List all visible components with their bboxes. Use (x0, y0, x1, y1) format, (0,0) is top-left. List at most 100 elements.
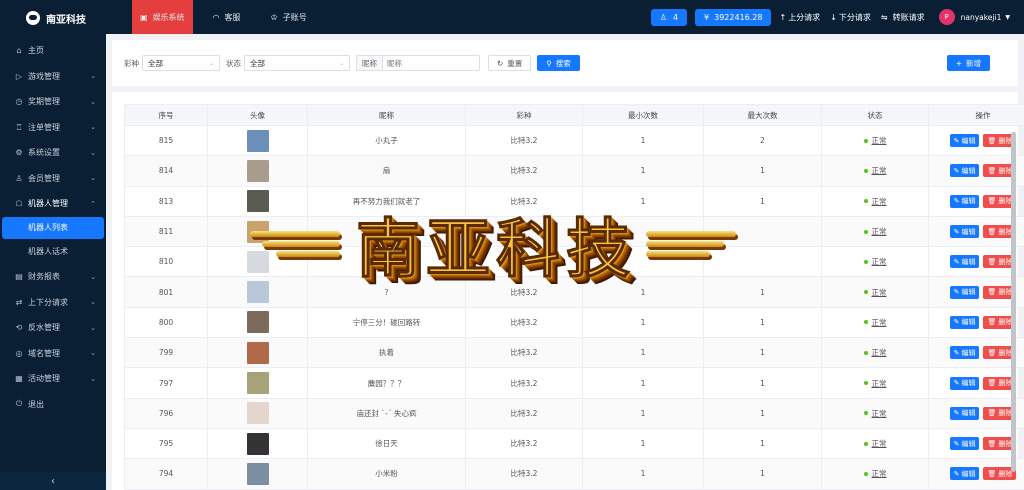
sidebar-subitem-robot-list[interactable]: 机器人列表 (2, 216, 104, 239)
sidebar-item-finance[interactable]: ▤ 财务报表 ⌄ (0, 264, 106, 290)
arrow-up-icon: ↑ (779, 12, 787, 22)
edit-button[interactable]: ✎ 编辑 (949, 346, 980, 360)
status-toggle[interactable]: 正常 (863, 287, 887, 298)
cell-id: 797 (124, 367, 208, 399)
status-toggle[interactable]: 正常 (863, 226, 887, 237)
edit-button[interactable]: ✎ 编辑 (949, 164, 980, 178)
brand[interactable]: 南亚科技 (0, 0, 106, 36)
tab-label: 娱乐系统 (152, 12, 185, 22)
status-toggle[interactable]: 正常 (863, 256, 887, 267)
lottery-select[interactable]: 全部 ⌄ (142, 55, 220, 71)
cell-min (582, 246, 704, 278)
sidebar-item-label: 退出 (28, 399, 44, 409)
down-request-link[interactable]: 下分请求 (839, 12, 871, 23)
sidebar-item-home[interactable]: ⌂ 主页 (0, 38, 106, 64)
sidebar-subitem-robot-scripts[interactable]: 机器人话术 (0, 239, 106, 265)
cell-min: 1 (582, 276, 704, 308)
status-select[interactable]: 全部 ⌄ (244, 55, 350, 71)
sidebar-collapse-button[interactable]: ‹ (0, 472, 106, 490)
caret-down-icon[interactable]: ▼ (1005, 14, 1010, 21)
col-min: 最小次数 (582, 104, 704, 126)
table-row: 815 小丸子 比特3.2 1 2 正常 ✎ 编辑 🗑 删除 (124, 124, 1024, 157)
edit-button[interactable]: ✎ 编辑 (949, 225, 980, 239)
report-icon: ▤ (15, 272, 23, 282)
sidebar-item-transfer[interactable]: ⇄ 上下分请求 ⌄ (0, 290, 106, 316)
status-toggle[interactable]: 正常 (863, 135, 887, 146)
filter-bar: 彩种 全部 ⌄ 状态 全部 ⌄ 昵称 ↻重置 ⚲搜索 + 新增 (112, 40, 1018, 86)
table-row: 794 小米粉 比特3.2 1 1 正常 ✎ 编辑 🗑 删除 (124, 458, 1024, 490)
edit-button[interactable]: ✎ 编辑 (949, 406, 980, 420)
search-button[interactable]: ⚲ 搜索 (537, 55, 580, 71)
cell-id: 813 (124, 185, 208, 217)
cell-id: 811 (124, 215, 208, 248)
avatar-thumbnail (246, 462, 269, 485)
sidebar-item-domains[interactable]: ◎ 域名管理 ⌄ (0, 341, 106, 367)
table-row: 813 再不努力我们就老了 比特3.2 1 1 正常 ✎ 编辑 🗑 删除 (124, 185, 1024, 217)
status-toggle[interactable]: 正常 (863, 347, 887, 358)
cell-id: 810 (124, 246, 208, 278)
sidebar: 南亚科技 ⌂ 主页 ▷ 游戏管理 ⌄ ◷ 奖期管理 ⌄ ♖ 注单管理 ⌄ ⚙ 系统设置 ⌄ ♙ 会员… (0, 0, 106, 490)
status-toggle[interactable]: 正常 (863, 196, 887, 207)
chevron-down-icon: ⌄ (90, 323, 96, 332)
sidebar-item-settings[interactable]: ⚙ 系统设置 ⌄ (0, 140, 106, 166)
edit-label: 编辑 (961, 288, 976, 297)
sidebar-item-label: 游戏管理 (28, 71, 60, 81)
sidebar-item-logout[interactable]: ⏻ 退出 (0, 392, 106, 418)
status-toggle[interactable]: 正常 (863, 378, 887, 389)
tab-sub-accounts[interactable]: ♔ 子账号 (261, 0, 317, 34)
edit-button[interactable]: ✎ 编辑 (949, 255, 980, 269)
user-icon: ♙ (659, 12, 667, 22)
avatar-thumbnail (246, 372, 269, 395)
edit-button[interactable]: ✎ 编辑 (949, 285, 980, 299)
sidebar-item-rebate[interactable]: ⟲ 反水管理 ⌄ (0, 315, 106, 341)
avatar[interactable]: P (938, 9, 955, 25)
sidebar-item-label: 机器人管理 (28, 199, 68, 209)
sidebar-item-robots[interactable]: ☖ 机器人管理 ⌃ (0, 191, 106, 217)
table-row: 801? 比特3.2 1 1 正常 ✎ 编辑 🗑 删除 (124, 276, 1024, 308)
cell-max: 2 (703, 124, 822, 157)
sidebar-item-bets[interactable]: ♖ 注单管理 ⌄ (0, 115, 106, 141)
nickname-input[interactable] (383, 58, 473, 68)
chevron-down-icon: ⌄ (208, 59, 214, 67)
cell-avatar (207, 155, 308, 187)
status-toggle[interactable]: 正常 (863, 165, 887, 176)
logout-icon: ⏻ (15, 399, 23, 409)
col-actions: 操作 (928, 104, 1024, 126)
chevron-down-icon: ⌄ (90, 349, 96, 358)
username[interactable]: nanyakeji1 (961, 13, 1002, 22)
sidebar-item-games[interactable]: ▷ 游戏管理 ⌄ (0, 64, 106, 90)
sidebar-item-members[interactable]: ♙ 会员管理 ⌄ (0, 166, 106, 192)
status-text: 正常 (871, 469, 887, 479)
sidebar-item-label: 上下分请求 (28, 297, 68, 307)
balance-button[interactable]: ¥3922416.28 (695, 8, 772, 26)
status-dot-icon (863, 168, 868, 173)
transfer-request-link[interactable]: 转账请求 (893, 12, 925, 23)
edit-button[interactable]: ✎ 编辑 (949, 376, 980, 390)
scrollbar[interactable] (1011, 132, 1016, 472)
status-toggle[interactable]: 正常 (863, 438, 887, 449)
status-toggle[interactable]: 正常 (863, 408, 887, 419)
plus-icon: + (955, 58, 962, 68)
edit-button[interactable]: ✎ 编辑 (949, 467, 980, 481)
reset-label: 重置 (507, 58, 523, 68)
edit-label: 编辑 (961, 469, 976, 478)
tab-customer-service[interactable]: ◠ 客服 (203, 0, 251, 34)
cell-nickname: 小米粉 (307, 458, 466, 490)
up-request-link[interactable]: 上分请求 (788, 12, 820, 23)
cell-nickname: 麋园？？？ (307, 367, 466, 399)
reset-button[interactable]: ↻ 重置 (488, 55, 532, 71)
edit-button[interactable]: ✎ 编辑 (949, 315, 980, 329)
edit-button[interactable]: ✎ 编辑 (949, 194, 980, 208)
sidebar-item-periods[interactable]: ◷ 奖期管理 ⌄ (0, 89, 106, 115)
col-avatar: 头像 (207, 104, 308, 126)
online-count-button[interactable]: ♙ 4 (650, 8, 688, 26)
edit-button[interactable]: ✎ 编辑 (949, 134, 980, 148)
edit-button[interactable]: ✎ 编辑 (949, 437, 980, 451)
tab-entertainment[interactable]: ▣ 娱乐系统 (132, 0, 193, 34)
robot-icon: ☖ (15, 199, 23, 209)
add-robot-button[interactable]: + 新增 (946, 55, 990, 71)
status-toggle[interactable]: 正常 (863, 468, 887, 479)
sidebar-item-activities[interactable]: ▦ 活动管理 ⌄ (0, 366, 106, 392)
status-toggle[interactable]: 正常 (863, 317, 887, 328)
edit-label: 编辑 (961, 197, 976, 206)
